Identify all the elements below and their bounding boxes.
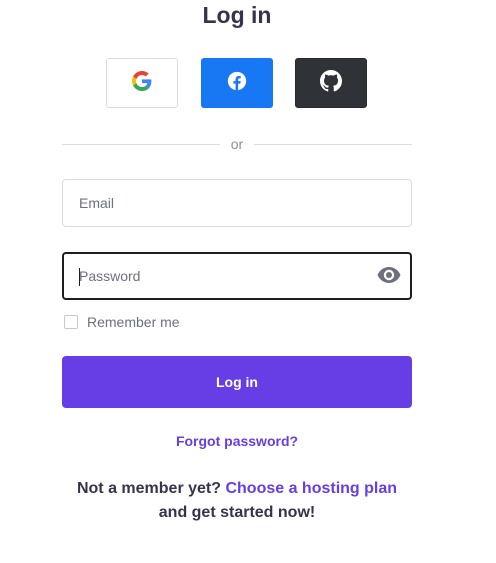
- github-icon: [320, 69, 342, 97]
- remember-me[interactable]: Remember me: [64, 314, 180, 330]
- remember-me-checkbox[interactable]: [64, 315, 78, 329]
- email-field[interactable]: [62, 179, 412, 227]
- email-input[interactable]: [79, 180, 369, 226]
- facebook-login-button[interactable]: [201, 58, 273, 108]
- login-button[interactable]: Log in: [62, 356, 412, 408]
- google-icon: [132, 70, 152, 96]
- signup-prefix: Not a member yet?: [76, 480, 222, 497]
- password-input[interactable]: [79, 254, 369, 298]
- text-caret: [79, 268, 80, 286]
- password-field[interactable]: [62, 252, 412, 300]
- github-login-button[interactable]: [295, 58, 367, 108]
- divider-line-left: [62, 144, 220, 145]
- show-password-button[interactable]: [377, 266, 401, 288]
- signup-prompt: Not a member yet? Choose a hosting plan …: [40, 477, 434, 525]
- divider-line-right: [254, 144, 412, 145]
- remember-me-label: Remember me: [87, 314, 180, 330]
- divider-text: or: [230, 136, 244, 152]
- google-login-button[interactable]: [106, 58, 178, 108]
- forgot-password-link[interactable]: Forgot password?: [62, 433, 412, 449]
- facebook-icon: [227, 71, 247, 96]
- signup-suffix: and get started now!: [158, 504, 316, 521]
- choose-hosting-plan-link[interactable]: Choose a hosting plan: [225, 480, 397, 497]
- page-title: Log in: [202, 2, 272, 28]
- eye-icon: [377, 266, 401, 289]
